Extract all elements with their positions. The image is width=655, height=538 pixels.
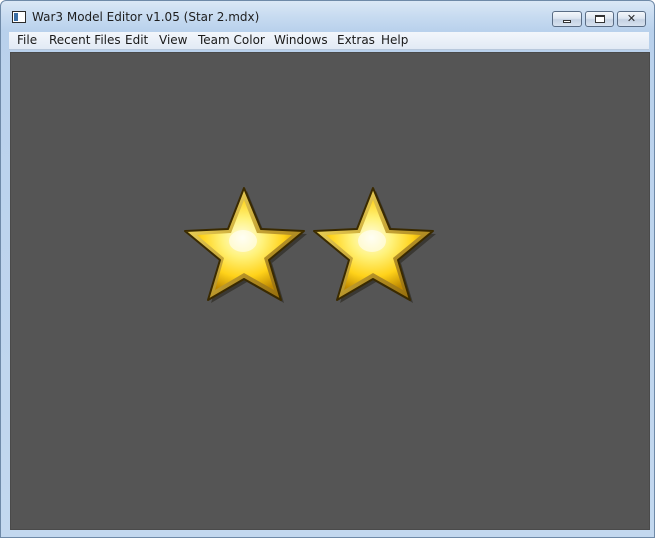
menu-extras[interactable]: Extras — [337, 33, 375, 48]
menu-edit[interactable]: Edit — [125, 33, 148, 48]
menu-team-color[interactable]: Team Color — [198, 33, 265, 48]
title-bar[interactable]: War3 Model Editor v1.05 (Star 2.mdx) ✕ — [1, 1, 654, 32]
maximize-button[interactable] — [585, 11, 614, 27]
close-icon: ✕ — [626, 12, 637, 25]
star-model-1 — [184, 187, 307, 303]
minimize-icon — [563, 20, 571, 23]
menu-file[interactable]: File — [17, 33, 37, 48]
minimize-button[interactable] — [552, 11, 582, 27]
close-button[interactable]: ✕ — [617, 11, 646, 27]
maximize-icon — [595, 15, 605, 23]
menu-recent-files[interactable]: Recent Files — [49, 33, 121, 48]
viewport-canvas — [184, 187, 436, 303]
star-model-2 — [313, 187, 436, 303]
app-window-icon[interactable] — [12, 11, 26, 23]
menu-bar: File Recent Files Edit View Team Color W… — [9, 32, 649, 50]
app-window: War3 Model Editor v1.05 (Star 2.mdx) ✕ F… — [0, 0, 655, 538]
window-title: War3 Model Editor v1.05 (Star 2.mdx) — [32, 10, 260, 24]
menu-windows[interactable]: Windows — [274, 33, 328, 48]
menu-help[interactable]: Help — [381, 33, 408, 48]
menu-view[interactable]: View — [159, 33, 187, 48]
model-viewport[interactable] — [10, 52, 650, 530]
